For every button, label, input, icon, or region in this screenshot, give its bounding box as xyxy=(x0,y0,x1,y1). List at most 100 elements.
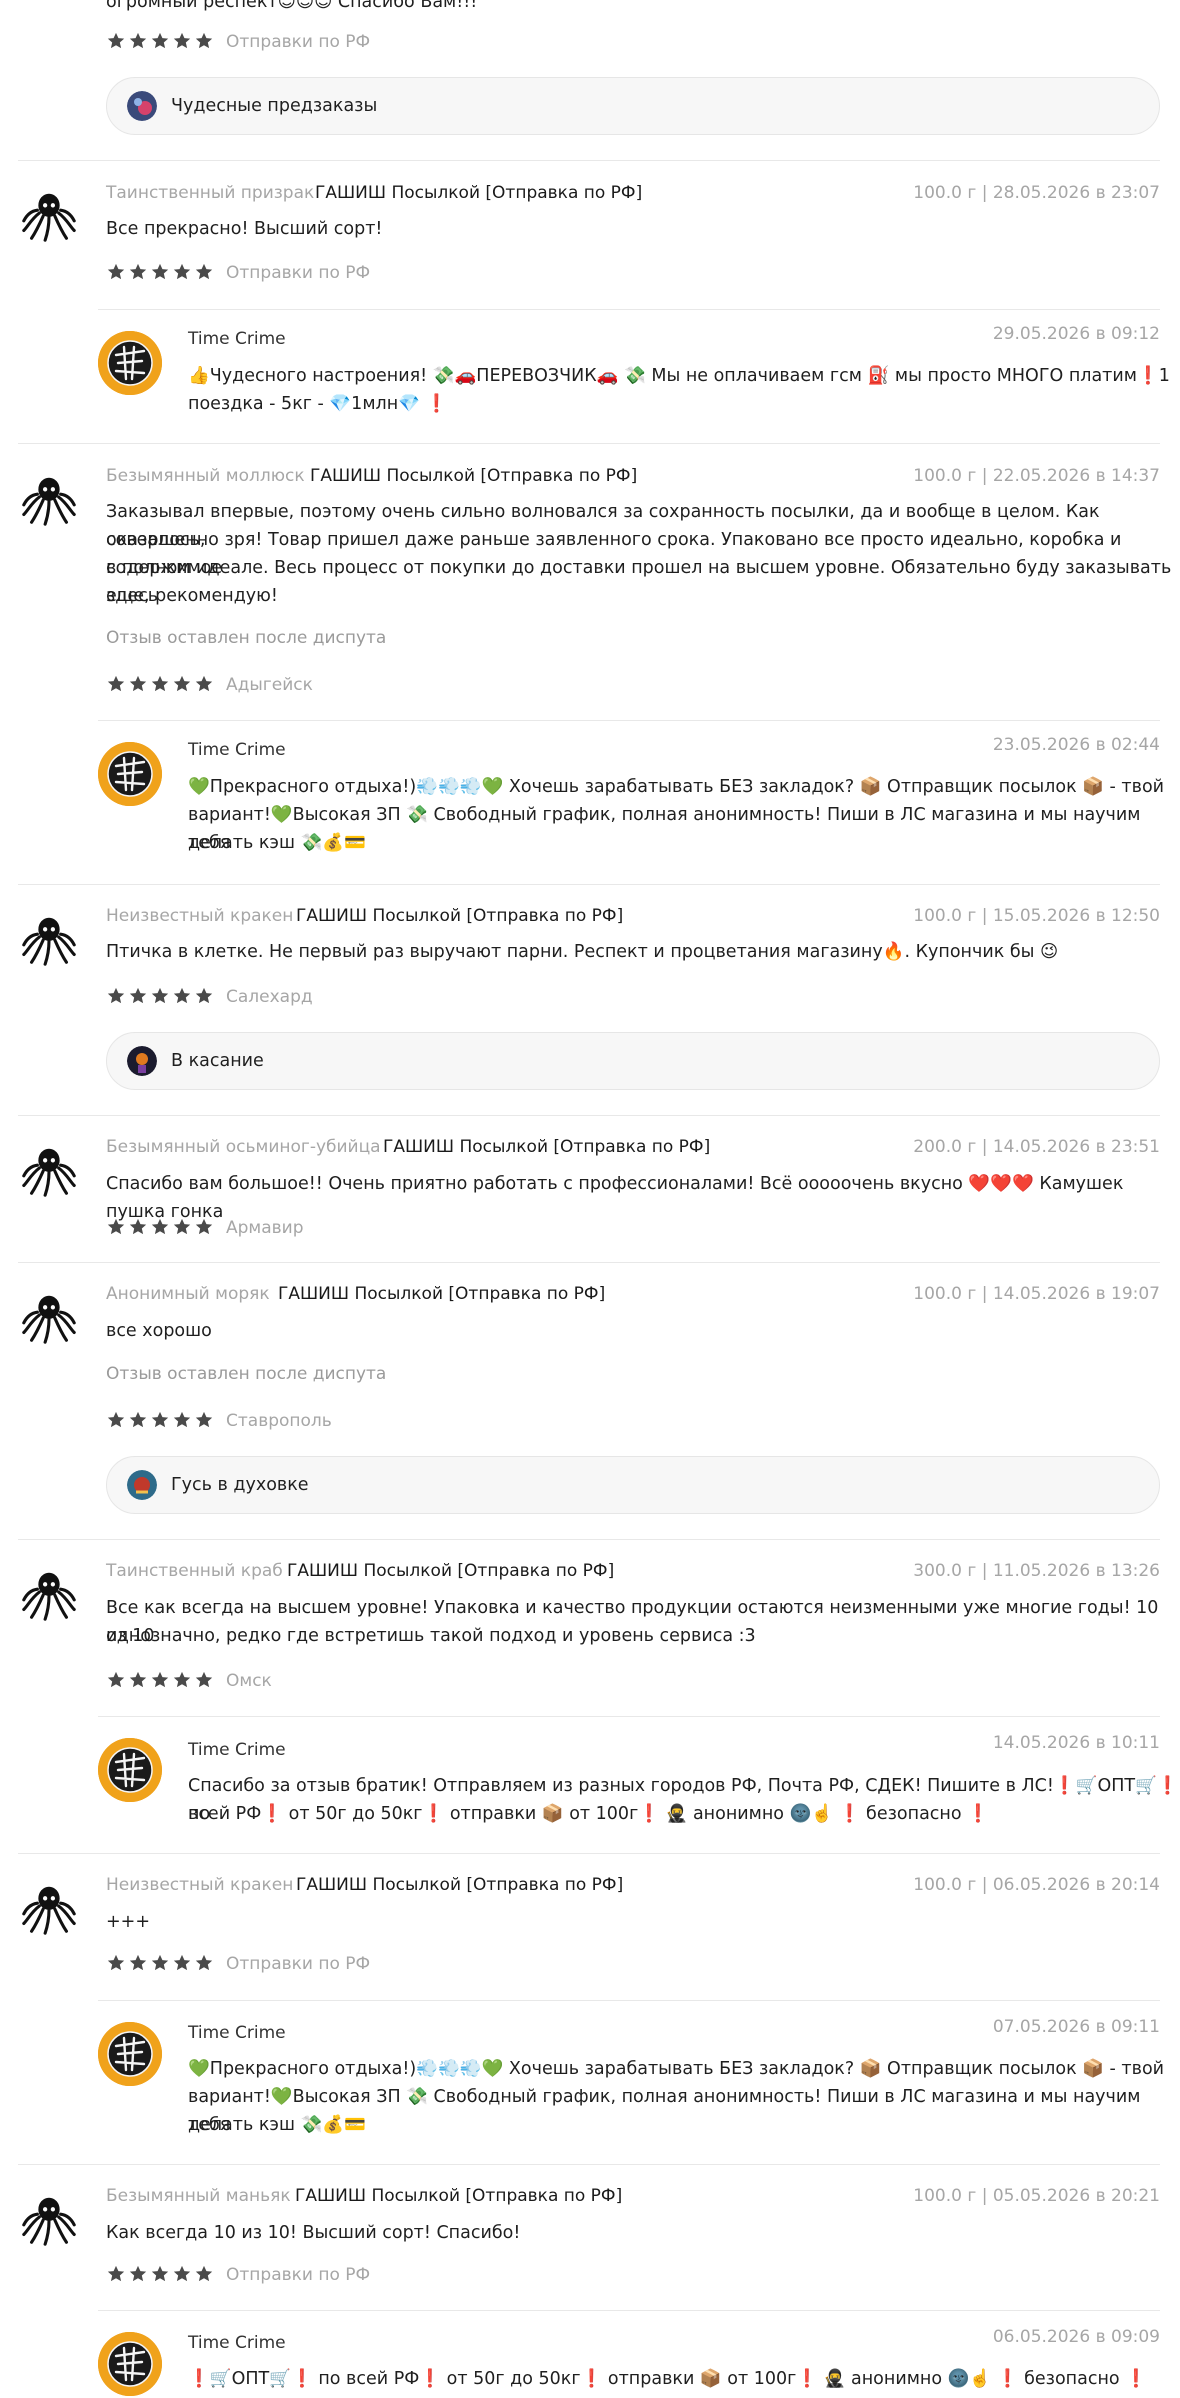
star-icon xyxy=(194,31,216,53)
product-tag-pill[interactable]: В касание xyxy=(106,1032,1160,1090)
reply-date: 07.05.2026 в 09:11 xyxy=(992,2017,1160,2037)
review-product-link[interactable]: ГАШИШ Посылкой [Отправка по РФ] xyxy=(278,1284,605,1304)
review-divider xyxy=(18,884,1160,885)
product-tag-label: Чудесные предзаказы xyxy=(171,96,378,116)
shop-logo-icon xyxy=(98,2332,162,2396)
review-author: Безымянный моллюск xyxy=(106,466,305,486)
star-icon xyxy=(106,1410,128,1432)
reply-divider xyxy=(98,1716,1160,1717)
star-icon xyxy=(128,1217,150,1239)
star-icon xyxy=(194,262,216,284)
review-author: Безымянный маньяк xyxy=(106,2186,291,2206)
review-product-link[interactable]: ГАШИШ Посылкой [Отправка по РФ] xyxy=(295,2186,622,2206)
octopus-avatar-icon xyxy=(18,1139,80,1201)
star-icon xyxy=(150,674,172,696)
review-author: Неизвестный кракен xyxy=(106,1875,294,1895)
star-icon xyxy=(172,2264,194,2286)
octopus-avatar-icon xyxy=(18,2188,80,2250)
dispute-note: Отзыв оставлен после диспута xyxy=(106,1364,387,1384)
review-product-link[interactable]: ГАШИШ Посылкой [Отправка по РФ] xyxy=(315,183,642,203)
review-divider xyxy=(18,2164,1160,2165)
review-city: Отправки по РФ xyxy=(226,263,371,283)
review-city: Ставрополь xyxy=(226,1411,332,1431)
review-meta: 200.0 г | 14.05.2026 в 23:51 xyxy=(913,1137,1160,1157)
rating-stars: Армавир xyxy=(106,1217,304,1239)
review-city: Адыгейск xyxy=(226,675,313,695)
star-icon xyxy=(150,262,172,284)
star-icon xyxy=(150,1217,172,1239)
star-icon xyxy=(128,1953,150,1975)
review-author: Анонимный моряк xyxy=(106,1284,270,1304)
review-text: огромный респект😊😊😊 Спасибо Вам!!! xyxy=(106,0,478,12)
reply-text: делать кэш 💸💰💳 xyxy=(188,833,366,853)
review-city: Отправки по РФ xyxy=(226,1954,371,1974)
star-icon xyxy=(172,1953,194,1975)
product-tag-pill[interactable]: Гусь в духовке xyxy=(106,1456,1160,1514)
reply-date: 14.05.2026 в 10:11 xyxy=(992,1733,1160,1753)
star-icon xyxy=(172,1670,194,1692)
review-meta: 100.0 г | 15.05.2026 в 12:50 xyxy=(913,906,1160,926)
review-product-link[interactable]: ГАШИШ Посылкой [Отправка по РФ] xyxy=(310,466,637,486)
reply-date: 23.05.2026 в 02:44 xyxy=(992,735,1160,755)
reply-text: 💚Прекрасного отдыха!)💨💨💨💚 Хочешь зарабат… xyxy=(188,777,1165,797)
review-author: Неизвестный кракен xyxy=(106,906,294,926)
star-icon xyxy=(128,674,150,696)
review-divider xyxy=(18,160,1160,161)
review-text: Как всегда 10 из 10! Высший сорт! Спасиб… xyxy=(106,2223,521,2243)
star-icon xyxy=(106,1217,128,1239)
review-divider xyxy=(18,1853,1160,1854)
star-icon xyxy=(106,1953,128,1975)
review-divider xyxy=(18,1262,1160,1263)
product-thumbnail-icon xyxy=(127,91,157,121)
reply-text: ❗🛒ОПТ🛒❗ по всей РФ❗ от 50г до 50кг❗ отпр… xyxy=(188,2369,1147,2389)
rating-stars: Адыгейск xyxy=(106,674,313,696)
star-icon xyxy=(172,1217,194,1239)
review-city: Салехард xyxy=(226,987,313,1007)
rating-stars: Отправки по РФ xyxy=(106,31,370,53)
rating-stars: Отправки по РФ xyxy=(106,2264,370,2286)
star-icon xyxy=(106,1670,128,1692)
octopus-avatar-icon xyxy=(18,908,80,970)
reply-divider xyxy=(98,2000,1160,2001)
star-icon xyxy=(150,1670,172,1692)
review-text: Птичка в клетке. Не первый раз выручают … xyxy=(106,942,1059,962)
octopus-avatar-icon xyxy=(18,1563,80,1625)
product-tag-pill[interactable]: Чудесные предзаказы xyxy=(106,77,1160,135)
review-city: Армавир xyxy=(226,1218,304,1238)
octopus-avatar-icon xyxy=(18,1877,80,1939)
rating-stars: Отправки по РФ xyxy=(106,1953,370,1975)
reply-shop-name: Time Crime xyxy=(188,2023,286,2043)
review-meta: 100.0 г | 14.05.2026 в 19:07 xyxy=(913,1284,1160,1304)
reply-date: 29.05.2026 в 09:12 xyxy=(992,324,1160,344)
star-icon xyxy=(194,1670,216,1692)
shop-logo-icon xyxy=(98,742,162,806)
product-thumbnail-icon xyxy=(127,1470,157,1500)
star-icon xyxy=(106,674,128,696)
review-product-link[interactable]: ГАШИШ Посылкой [Отправка по РФ] xyxy=(296,906,623,926)
reply-shop-name: Time Crime xyxy=(188,329,286,349)
rating-stars: Отправки по РФ xyxy=(106,262,370,284)
star-icon xyxy=(106,986,128,1008)
star-icon xyxy=(194,1217,216,1239)
star-icon xyxy=(172,986,194,1008)
review-text: все хорошо xyxy=(106,1321,212,1341)
star-icon xyxy=(128,2264,150,2286)
star-icon xyxy=(128,1670,150,1692)
review-product-link[interactable]: ГАШИШ Посылкой [Отправка по РФ] xyxy=(383,1137,710,1157)
octopus-avatar-icon xyxy=(18,468,80,530)
review-product-link[interactable]: ГАШИШ Посылкой [Отправка по РФ] xyxy=(296,1875,623,1895)
octopus-avatar-icon xyxy=(18,1286,80,1348)
star-icon xyxy=(128,986,150,1008)
review-text: Все прекрасно! Высший сорт! xyxy=(106,219,383,239)
review-author: Таинственный призрак xyxy=(106,183,315,203)
octopus-avatar-icon xyxy=(18,184,80,246)
star-icon xyxy=(194,2264,216,2286)
review-meta: 100.0 г | 05.05.2026 в 20:21 xyxy=(913,2186,1160,2206)
rating-stars: Салехард xyxy=(106,986,313,1008)
review-product-link[interactable]: ГАШИШ Посылкой [Отправка по РФ] xyxy=(287,1561,614,1581)
star-icon xyxy=(194,1410,216,1432)
star-icon xyxy=(128,1410,150,1432)
reply-text: 👍Чудесного настроения! 💸🚗ПЕРЕВОЗЧИК🚗 💸 М… xyxy=(188,366,1170,386)
review-text: еще, рекомендую! xyxy=(106,586,278,606)
star-icon xyxy=(150,1953,172,1975)
